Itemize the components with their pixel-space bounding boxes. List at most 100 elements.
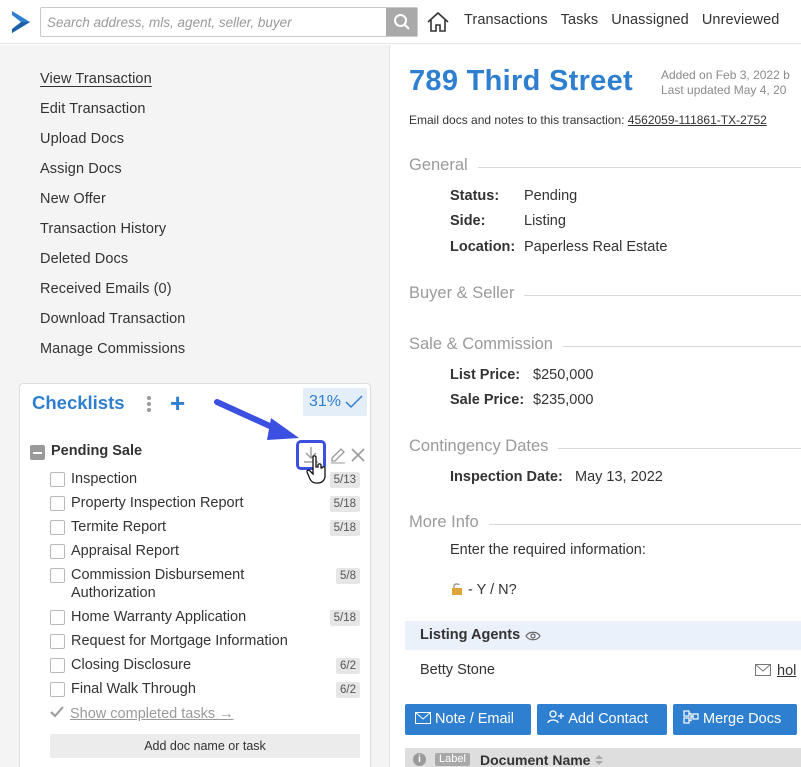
inspection-value: May 13, 2022 <box>575 469 663 485</box>
info-icon[interactable]: i <box>413 753 426 766</box>
due-badge: 6/2 <box>336 682 360 698</box>
menu-upload-docs[interactable]: Upload Docs <box>40 129 185 159</box>
home-icon[interactable] <box>426 10 450 34</box>
show-completed-link[interactable]: Show completed tasks → <box>50 706 234 722</box>
email-prefix: Email docs and notes to this transaction… <box>409 113 625 127</box>
menu-new-offer[interactable]: New Offer <box>40 189 185 219</box>
menu-received-emails[interactable]: Received Emails (0) <box>40 279 185 309</box>
due-badge: 6/2 <box>336 658 360 674</box>
sale-price-row: Sale Price: <box>450 392 524 408</box>
status-row: Status: <box>450 188 499 204</box>
note-email-button[interactable]: Note / Email <box>405 704 531 735</box>
hand-cursor-icon <box>306 455 326 484</box>
checklist-progress: 31% <box>303 388 367 416</box>
agent-name: Betty Stone <box>420 662 495 678</box>
document-name-label: Document Name <box>480 752 591 767</box>
edit-icon[interactable] <box>329 446 347 464</box>
documents-table-header: i Label Document Name <box>405 748 801 767</box>
mail-icon <box>415 712 431 724</box>
kebab-menu-icon[interactable] <box>144 394 154 414</box>
check-icon <box>345 395 363 409</box>
item-label[interactable]: Home Warranty Application <box>71 608 291 626</box>
item-label[interactable]: Request for Mortgage Information <box>71 632 331 650</box>
section-title: Buyer & Seller <box>409 284 525 303</box>
item-label[interactable]: Final Walk Through <box>71 680 291 698</box>
add-checklist-button[interactable]: + <box>170 390 185 416</box>
item-checkbox[interactable] <box>50 610 65 625</box>
nav-tasks[interactable]: Tasks <box>561 12 599 28</box>
status-value: Pending <box>524 188 578 204</box>
item-checkbox[interactable] <box>50 520 65 535</box>
agent-email[interactable]: hol <box>755 663 796 679</box>
add-contact-button[interactable]: Add Contact <box>537 704 667 735</box>
nav-unassigned[interactable]: Unassigned <box>611 12 689 28</box>
item-label[interactable]: Closing Disclosure <box>71 656 291 674</box>
list-price-value: $250,000 <box>533 367 594 383</box>
page-title: 789 Third Street <box>409 65 633 97</box>
inspection-label: Inspection Date: <box>450 469 563 485</box>
add-contact-label: Add Contact <box>568 711 649 727</box>
document-name-column[interactable]: Document Name <box>480 752 604 767</box>
item-label[interactable]: Appraisal Report <box>71 542 291 560</box>
item-label[interactable]: Property Inspection Report <box>71 494 291 512</box>
item-checkbox[interactable] <box>50 472 65 487</box>
list-price-label: List Price: <box>450 367 521 383</box>
nav-unreviewed[interactable]: Unreviewed <box>702 12 780 28</box>
checklists-title: Checklists <box>32 392 125 413</box>
due-badge: 5/18 <box>329 520 360 536</box>
left-panel: View Transaction Edit Transaction Upload… <box>0 45 390 767</box>
transaction-content: 789 Third Street Added on Feb 3, 2022 b … <box>391 45 801 767</box>
due-badge: 5/8 <box>336 568 360 584</box>
checklists-panel: Checklists + 31% Pending Sale Inspection… <box>19 383 371 767</box>
menu-download-transaction[interactable]: Download Transaction <box>40 309 185 339</box>
section-title: Contingency Dates <box>409 437 559 456</box>
add-doc-button[interactable]: Add doc name or task <box>50 734 360 758</box>
annotation-arrow-icon <box>214 399 299 440</box>
search-button[interactable] <box>386 8 417 36</box>
sort-icon <box>595 755 604 765</box>
item-checkbox[interactable] <box>50 682 65 697</box>
label-column-badge[interactable]: Label <box>435 753 470 766</box>
updated-date: Last updated May 4, 20 <box>661 83 787 97</box>
section-title: Sale & Commission <box>409 335 563 354</box>
close-icon[interactable] <box>350 447 366 463</box>
check-icon <box>50 706 64 718</box>
location-value: Paperless Real Estate <box>524 239 668 255</box>
merge-icon <box>683 710 699 724</box>
item-checkbox[interactable] <box>50 544 65 559</box>
due-badge: 5/13 <box>329 472 360 488</box>
transaction-menu: View Transaction Edit Transaction Upload… <box>40 69 185 369</box>
menu-view-transaction[interactable]: View Transaction <box>40 69 185 99</box>
item-checkbox[interactable] <box>50 658 65 673</box>
item-checkbox[interactable] <box>50 496 65 511</box>
item-label[interactable]: Inspection <box>71 470 291 488</box>
transaction-meta: Added on Feb 3, 2022 b Last updated May … <box>661 68 790 98</box>
status-label: Status: <box>450 188 500 204</box>
flag-text: - Y / N? <box>468 582 517 598</box>
item-checkbox[interactable] <box>50 634 65 649</box>
progress-value: 31% <box>309 393 342 410</box>
side-label: Side: <box>450 213 486 229</box>
section-general: General <box>409 156 801 175</box>
app-logo-icon[interactable] <box>8 9 34 35</box>
eye-icon[interactable] <box>525 630 541 642</box>
search-input[interactable] <box>41 8 387 36</box>
menu-assign-docs[interactable]: Assign Docs <box>40 159 185 189</box>
collapse-icon[interactable] <box>30 445 45 460</box>
menu-transaction-history[interactable]: Transaction History <box>40 219 185 249</box>
menu-edit-transaction[interactable]: Edit Transaction <box>40 99 185 129</box>
item-label[interactable]: Termite Report <box>71 518 291 536</box>
menu-deleted-docs[interactable]: Deleted Docs <box>40 249 185 279</box>
merge-docs-button[interactable]: Merge Docs <box>673 704 797 735</box>
menu-manage-commissions[interactable]: Manage Commissions <box>40 339 185 369</box>
add-person-icon <box>547 710 564 724</box>
item-label[interactable]: Commission Disbursement Authorization <box>71 566 291 602</box>
section-sale-commission: Sale & Commission <box>409 335 801 354</box>
side-row: Side: <box>450 213 485 229</box>
item-checkbox[interactable] <box>50 568 65 583</box>
nav-transactions[interactable]: Transactions <box>464 12 548 28</box>
note-email-label: Note / Email <box>435 711 515 727</box>
location-row: Location: <box>450 239 515 255</box>
more-info-prompt: Enter the required information: <box>450 542 646 558</box>
transaction-email-link[interactable]: 4562059-111861-TX-2752 <box>628 113 767 127</box>
